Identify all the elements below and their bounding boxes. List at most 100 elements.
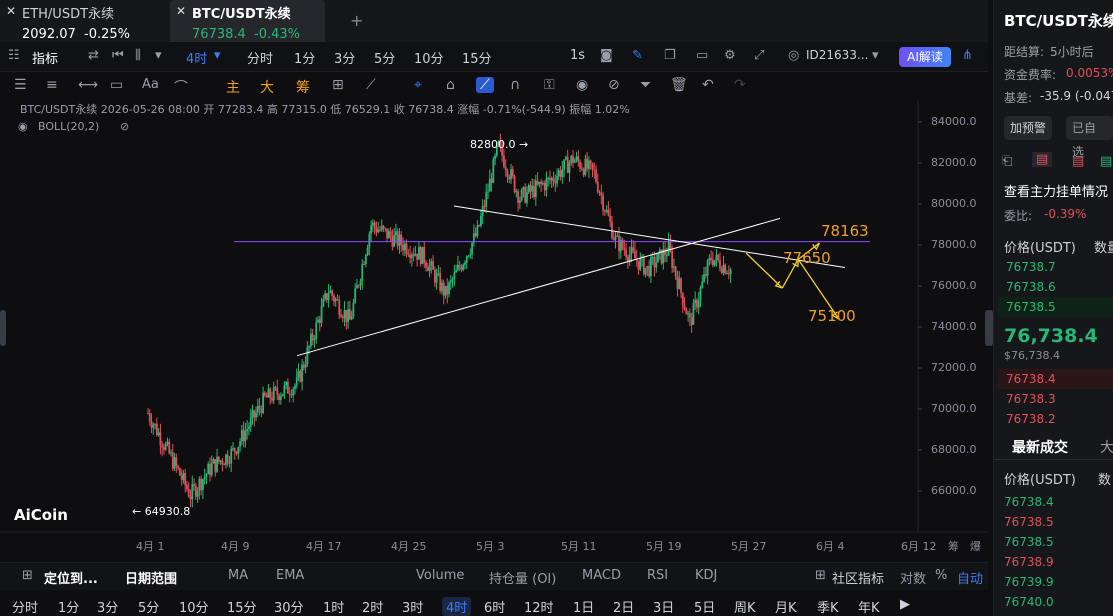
add-alert-button[interactable]: 加预警 bbox=[1004, 116, 1053, 140]
interval-tab[interactable]: 分时 bbox=[247, 48, 273, 67]
percent-scale-toggle[interactable]: % bbox=[935, 568, 947, 583]
interval-option[interactable]: 1分 bbox=[58, 597, 79, 616]
interval-option[interactable]: 12时 bbox=[524, 597, 554, 616]
tag-icon[interactable]: ⌂ bbox=[446, 77, 455, 93]
orderbook-asks-icon[interactable]: ▤ bbox=[1072, 154, 1084, 169]
log-scale-toggle[interactable]: 对数 bbox=[900, 568, 926, 587]
filter-icon[interactable]: ⏷ bbox=[640, 77, 651, 93]
brush-icon[interactable]: ⌒ bbox=[174, 77, 188, 97]
interval-option[interactable]: 2时 bbox=[362, 597, 383, 616]
orderbook-both-icon[interactable]: ▤ bbox=[1032, 152, 1053, 167]
replay-icon[interactable]: ⏮ bbox=[112, 48, 124, 63]
text-tool[interactable]: Aa bbox=[142, 77, 159, 92]
liquidation-label[interactable]: 爆 bbox=[970, 538, 981, 554]
interval-option[interactable]: 6时 bbox=[484, 597, 505, 616]
close-icon[interactable]: ✕ bbox=[176, 4, 186, 18]
ruler-icon[interactable]: ⟋ bbox=[366, 77, 376, 93]
orderbook-row[interactable]: 76738.4 bbox=[998, 369, 1113, 389]
interval-option[interactable]: 周K bbox=[734, 597, 756, 616]
gear-icon[interactable]: ⚙ bbox=[724, 48, 736, 63]
indicator-ema[interactable]: EMA bbox=[276, 568, 304, 583]
interval-tab[interactable]: 5分 bbox=[374, 48, 395, 67]
interval-selector[interactable]: 4时 bbox=[186, 48, 207, 67]
interval-option[interactable]: 3时 bbox=[402, 597, 423, 616]
indicator-label[interactable]: BOLL(20,2) bbox=[38, 120, 99, 133]
locate-icon[interactable]: ⊞ bbox=[22, 568, 33, 583]
window-icon[interactable]: ❐ bbox=[664, 48, 676, 63]
community-icon[interactable]: ⊞ bbox=[815, 568, 826, 583]
trend-tool-icon[interactable]: ⟋ bbox=[476, 77, 494, 93]
redo-icon[interactable]: ↷ bbox=[734, 77, 746, 93]
big-order-button[interactable]: 大 bbox=[260, 77, 274, 97]
layout-icon[interactable]: ▭ bbox=[696, 48, 708, 63]
one-second-button[interactable]: 1s bbox=[570, 48, 585, 63]
interval-option[interactable]: 10分 bbox=[179, 597, 209, 616]
chart-type-icon[interactable]: ⫼ bbox=[135, 48, 141, 63]
interval-option[interactable]: 15分 bbox=[227, 597, 257, 616]
eye-icon[interactable]: ◉ bbox=[576, 77, 588, 93]
indicator-volume[interactable]: Volume bbox=[416, 568, 464, 583]
locate-button[interactable]: 定位到... bbox=[44, 568, 98, 587]
share-icon[interactable]: ⋔ bbox=[962, 48, 973, 63]
calculator-icon[interactable]: ⊞ bbox=[332, 77, 344, 93]
interval-option[interactable]: 30分 bbox=[274, 597, 304, 616]
chevron-down-icon[interactable]: ▾ bbox=[155, 48, 162, 63]
depth-view-icon[interactable]: ⎗ bbox=[1002, 154, 1012, 169]
tab-eth[interactable]: ✕ ETH/USDT永续 2092.07 -0.25% bbox=[0, 0, 160, 42]
lock-icon[interactable]: ⚿ bbox=[544, 77, 555, 93]
interval-tab[interactable]: 15分 bbox=[462, 48, 492, 67]
interval-option[interactable]: 分时 bbox=[12, 597, 38, 616]
interval-option[interactable]: 年K bbox=[858, 597, 880, 616]
add-tab-button[interactable]: + bbox=[350, 11, 363, 30]
chips-label[interactable]: 筹 bbox=[948, 538, 959, 554]
left-collapse-handle[interactable] bbox=[0, 310, 6, 346]
indicator-ma[interactable]: MA bbox=[228, 568, 248, 583]
interval-tab[interactable]: 10分 bbox=[414, 48, 444, 67]
interval-tab[interactable]: 1分 bbox=[294, 48, 315, 67]
rectangle-icon[interactable]: ▭ bbox=[110, 77, 123, 93]
interval-tab[interactable]: 3分 bbox=[334, 48, 355, 67]
interval-option[interactable]: 5分 bbox=[138, 597, 159, 616]
undo-icon[interactable]: ↶ bbox=[702, 77, 714, 93]
main-force-button[interactable]: 主 bbox=[226, 77, 240, 97]
eye-icon[interactable]: ◉ bbox=[18, 120, 28, 133]
indicator-rsi[interactable]: RSI bbox=[647, 568, 668, 583]
indicator-oi[interactable]: 持仓量 (OI) bbox=[489, 568, 556, 587]
chevron-down-icon[interactable]: ▾ bbox=[214, 48, 221, 63]
indicator-kdj[interactable]: KDJ bbox=[695, 568, 717, 583]
cursor-icon[interactable]: ⌖ bbox=[414, 77, 422, 93]
price-chart[interactable] bbox=[0, 100, 988, 560]
menu-icon[interactable]: ☰ bbox=[14, 77, 27, 93]
hide-icon[interactable]: ⊘ bbox=[120, 120, 129, 133]
interval-option[interactable]: 3日 bbox=[653, 597, 674, 616]
interval-option[interactable]: 2日 bbox=[613, 597, 634, 616]
interval-option[interactable]: 4时 bbox=[442, 597, 472, 616]
camera-icon[interactable]: ◙ bbox=[600, 48, 613, 63]
pencil-icon[interactable]: ✎ bbox=[632, 48, 643, 63]
visibility-icon[interactable]: ⊘ bbox=[608, 77, 620, 93]
indicator-macd[interactable]: MACD bbox=[582, 568, 621, 583]
interval-option[interactable]: 1日 bbox=[573, 597, 594, 616]
account-id[interactable]: ID21633... bbox=[806, 48, 868, 62]
orderbook-bids-icon[interactable]: ▤ bbox=[1100, 154, 1112, 169]
tab-latest-trades[interactable]: 最新成交 bbox=[1012, 437, 1068, 457]
indicators-button[interactable]: 指标 bbox=[32, 48, 58, 67]
orderbook-row[interactable]: 76738.6 bbox=[998, 277, 1113, 297]
interval-option[interactable]: 月K bbox=[775, 597, 797, 616]
compare-icon[interactable]: ⇄ bbox=[88, 48, 99, 63]
panel-collapse-handle[interactable] bbox=[985, 310, 993, 346]
line-tool-icon[interactable]: ⟷ bbox=[78, 77, 98, 93]
magnet-icon[interactable]: ∩ bbox=[510, 77, 520, 93]
watchlist-button[interactable]: 已自选 bbox=[1066, 116, 1113, 159]
fullscreen-icon[interactable]: ⤢ bbox=[754, 48, 764, 63]
horizontal-lines-icon[interactable]: ≡ bbox=[46, 77, 58, 93]
depth-title[interactable]: 查看主力挂单情况 bbox=[1004, 181, 1108, 200]
orderbook-row[interactable]: 76738.7 bbox=[998, 257, 1113, 277]
tab-btc[interactable]: ✕ BTC/USDT永续 76738.4 -0.43% bbox=[170, 0, 325, 42]
chart-svg[interactable] bbox=[0, 100, 988, 560]
chips-button[interactable]: 筹 bbox=[296, 77, 310, 97]
date-range-button[interactable]: 日期范围 bbox=[125, 568, 177, 587]
more-intervals-icon[interactable]: ▶ bbox=[900, 597, 910, 612]
orderbook-row[interactable]: 76738.5 bbox=[998, 297, 1113, 317]
tab-big-trades[interactable]: 大 bbox=[1100, 437, 1113, 457]
